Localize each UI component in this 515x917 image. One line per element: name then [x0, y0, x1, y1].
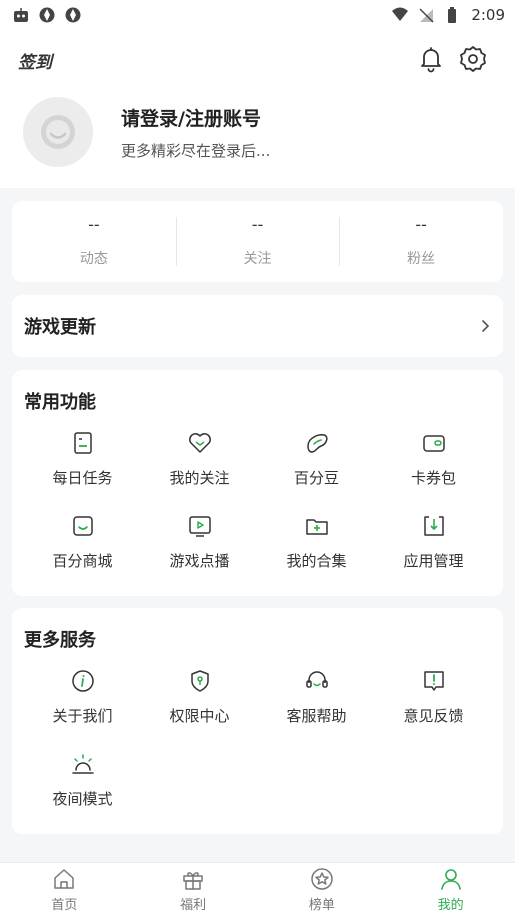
- login-prompt[interactable]: 请登录/注册账号: [121, 104, 261, 131]
- stats-card: -- 动态 -- 关注 -- 粉丝: [12, 201, 503, 282]
- bean-icon: [306, 434, 328, 453]
- stat-posts[interactable]: -- 动态: [12, 201, 176, 282]
- tab-home[interactable]: 首页: [0, 863, 129, 917]
- game-update-title: 游戏更新: [24, 317, 96, 338]
- shop-bag-icon: [72, 516, 93, 536]
- gift-icon: [183, 872, 203, 890]
- night-mode-button[interactable]: 夜间模式: [24, 751, 141, 809]
- login-subtitle: 更多精彩尽在登录后...: [121, 142, 271, 160]
- tab-label: 首页: [51, 898, 78, 913]
- grid-item-label: 关于我们: [52, 707, 113, 725]
- default-avatar-icon: [41, 115, 75, 149]
- game-update-row[interactable]: 游戏更新: [12, 295, 503, 357]
- grid-item-label: 应用管理: [403, 552, 464, 570]
- game-vod-button[interactable]: 游戏点播: [141, 513, 258, 571]
- avatar[interactable]: [23, 97, 93, 167]
- shield-key-icon: [190, 670, 209, 692]
- feedback-button[interactable]: 意见反馈: [375, 668, 492, 726]
- more-services-title: 更多服务: [24, 630, 96, 651]
- customer-service-button[interactable]: 客服帮助: [258, 668, 375, 726]
- my-follows-button[interactable]: 我的关注: [141, 430, 258, 488]
- tab-rankings[interactable]: 榜单: [258, 863, 387, 917]
- tab-label: 福利: [180, 898, 207, 913]
- points-beans-button[interactable]: 百分豆: [258, 430, 375, 488]
- heart-icon: [188, 433, 211, 453]
- grid-item-label: 权限中心: [169, 707, 230, 725]
- stat-label: 关注: [243, 251, 272, 267]
- grid-item-label: 意见反馈: [403, 707, 464, 725]
- grid-item-label: 客服帮助: [286, 707, 347, 725]
- user-icon: [440, 869, 461, 890]
- sync-notification-icon: [39, 7, 55, 23]
- task-icon: [73, 432, 92, 454]
- grid-item-label: 我的关注: [169, 469, 230, 487]
- signin-button[interactable]: 签到: [18, 48, 52, 73]
- home-icon: [54, 869, 75, 889]
- download-icon: [423, 516, 444, 536]
- stat-label: 粉丝: [407, 251, 436, 267]
- headset-icon: [305, 671, 328, 688]
- star-icon: [311, 868, 333, 890]
- bottom-tab-bar: 首页 福利 榜单 我的: [0, 862, 515, 917]
- stat-value: --: [88, 215, 100, 234]
- more-services-card: 更多服务 关于我们 权限中心 客服帮助 意见反馈 夜间模式: [12, 608, 503, 834]
- status-time: 2:09: [471, 6, 505, 24]
- wifi-icon: [392, 7, 409, 21]
- stat-value: --: [251, 215, 264, 234]
- daily-tasks-button[interactable]: 每日任务: [24, 430, 141, 488]
- about-us-button[interactable]: 关于我们: [24, 668, 141, 726]
- permission-center-button[interactable]: 权限中心: [141, 668, 258, 726]
- grid-item-label: 每日任务: [52, 469, 113, 487]
- play-icon: [188, 516, 211, 537]
- feedback-icon: [423, 671, 444, 691]
- stat-followers[interactable]: -- 粉丝: [339, 201, 503, 282]
- tab-mine[interactable]: 我的: [386, 863, 515, 917]
- stat-following[interactable]: -- 关注: [175, 201, 340, 282]
- no-signal-icon: [419, 8, 434, 23]
- grid-item-label: 夜间模式: [52, 790, 113, 808]
- folder-add-icon: [305, 519, 328, 535]
- shop-button[interactable]: 百分商城: [24, 513, 141, 571]
- chevron-right-icon: [482, 320, 490, 332]
- my-collections-button[interactable]: 我的合集: [258, 513, 375, 571]
- bell-icon[interactable]: [416, 44, 446, 74]
- profile-header: 签到 请登录/注册账号 更多精彩尽在登录后...: [0, 30, 515, 188]
- grid-item-label: 卡券包: [410, 469, 456, 487]
- grid-item-label: 游戏点播: [169, 552, 230, 570]
- info-icon: [71, 670, 94, 692]
- stat-label: 动态: [79, 251, 108, 267]
- gear-icon[interactable]: [458, 44, 488, 74]
- common-functions-card: 常用功能 每日任务 我的关注 百分豆 卡券包 百分商城 游戏点播 我的合集 应用…: [12, 370, 503, 596]
- battery-icon: [448, 7, 457, 23]
- status-bar: 2:09: [0, 0, 515, 30]
- tab-label: 我的: [437, 898, 464, 913]
- app-management-button[interactable]: 应用管理: [375, 513, 492, 571]
- sync-notification-icon-2: [65, 7, 81, 23]
- night-mode-icon: [71, 754, 94, 774]
- robot-notification-icon: [14, 8, 28, 22]
- stat-value: --: [415, 215, 427, 234]
- tab-label: 榜单: [308, 898, 335, 913]
- tab-welfare[interactable]: 福利: [129, 863, 258, 917]
- common-functions-title: 常用功能: [24, 392, 96, 413]
- grid-item-label: 百分商城: [52, 552, 113, 570]
- grid-item-label: 我的合集: [286, 552, 347, 570]
- wallet-icon: [422, 435, 445, 452]
- coupon-wallet-button[interactable]: 卡券包: [375, 430, 492, 488]
- grid-item-label: 百分豆: [293, 469, 339, 487]
